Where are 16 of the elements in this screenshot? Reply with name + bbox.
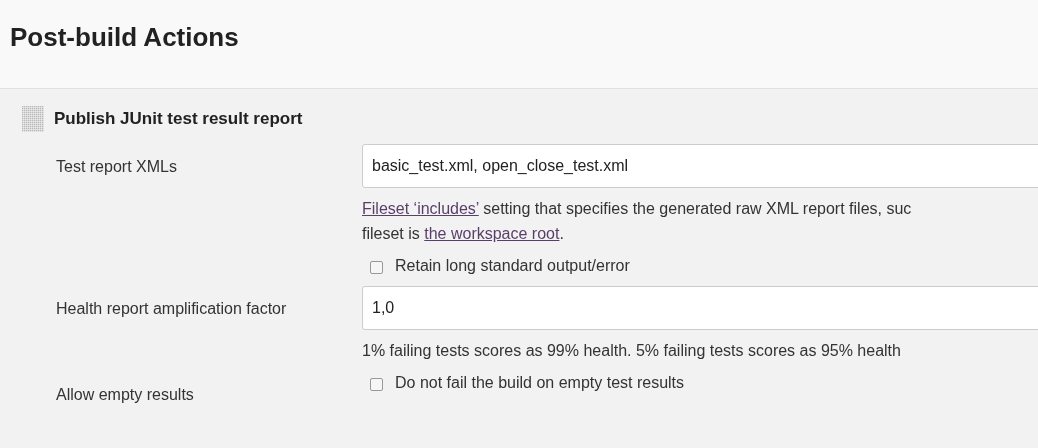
checkbox-label[interactable]: Do not fail the build on empty test results (395, 371, 685, 395)
section-title: Post-build Actions (10, 21, 239, 54)
help-text: Fileset ‘includes’ setting that specifies the generated raw XML report files, suc fileset is the workspace root. (362, 199, 913, 244)
drag-handle-icon[interactable] (22, 106, 44, 132)
input-field[interactable]: basic_test.xml, open_close_test.xml (362, 144, 1038, 188)
field-label: Test report XMLs (56, 157, 177, 177)
field-label: Health report amplification factor (56, 299, 287, 319)
input-field[interactable]: 1,0 (362, 286, 1038, 330)
action-title: Publish JUnit test result report (54, 108, 303, 131)
help-text: 1% failing tests scores as 99% health. 5% failing tests scores as 95% health (362, 341, 902, 361)
field-label: Allow empty results (56, 385, 194, 405)
help-link[interactable]: the workspace root (424, 225, 560, 242)
checkbox[interactable] (370, 378, 383, 391)
checkbox-label[interactable]: Retain long standard output/error (395, 254, 630, 278)
checkbox[interactable] (370, 261, 383, 274)
help-link[interactable]: Fileset ‘includes’ (362, 200, 479, 217)
